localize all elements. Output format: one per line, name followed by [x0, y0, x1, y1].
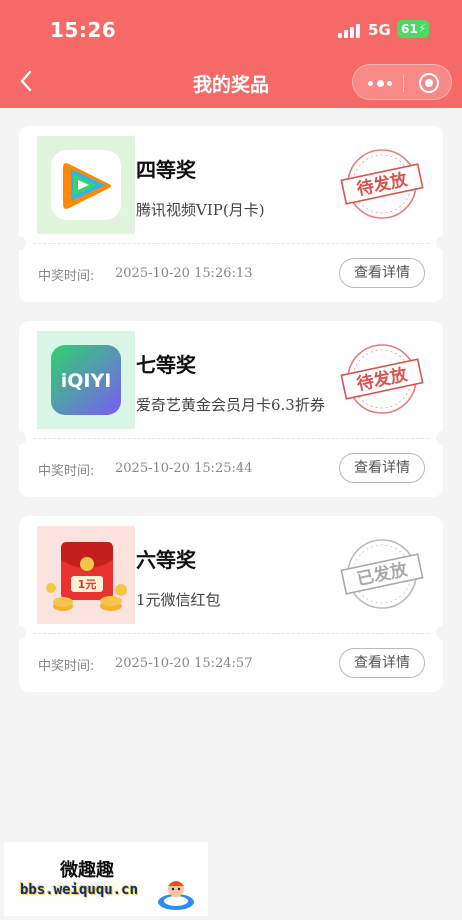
- battery-level: 61: [401, 22, 418, 36]
- view-details-button[interactable]: 查看详情: [339, 648, 425, 678]
- win-time: 2025-10-20 15:26:13: [115, 266, 253, 281]
- card-divider: [33, 243, 429, 244]
- issued-stamp: 已发放: [337, 536, 427, 612]
- signal-icon: [338, 24, 362, 38]
- pending-stamp: 待发放: [337, 146, 427, 222]
- nav-bar: 我的奖品: [0, 62, 462, 102]
- win-time: 2025-10-20 15:25:44: [115, 461, 253, 476]
- prize-card: 四等奖 腾讯视频VIP(月卡) 待发放 中奖时间: 2025-10-20 15:…: [12, 126, 450, 302]
- tencent-video-icon: [37, 136, 135, 234]
- miniprogram-capsule: [352, 64, 452, 100]
- win-time: 2025-10-20 15:24:57: [115, 656, 253, 671]
- status-bar: 15:26 5G 61 ⚡: [0, 18, 462, 44]
- mascot-icon: [158, 881, 194, 910]
- card-divider: [33, 438, 429, 439]
- battery-icon: 61 ⚡: [397, 20, 429, 38]
- header: 15:26 5G 61 ⚡ 我的奖品: [0, 0, 462, 108]
- status-time: 15:26: [50, 18, 117, 42]
- prize-tier: 七等奖: [136, 353, 196, 377]
- view-details-button[interactable]: 查看详情: [339, 258, 425, 288]
- prize-card: 1元 六等奖 1元微信红包 已发放 中奖时间: 2025-10-20 15:24…: [12, 516, 450, 692]
- iqiyi-logo-text: iQIYI: [61, 370, 112, 392]
- iqiyi-icon: iQIYI: [37, 331, 135, 429]
- more-icon[interactable]: [368, 80, 392, 87]
- prize-tier: 四等奖: [136, 158, 196, 182]
- prize-description: 爱奇艺黄金会员月卡6.3折券: [136, 396, 325, 414]
- card-divider: [33, 633, 429, 634]
- watermark: 微趣趣 bbs.weiququ.cn: [4, 842, 208, 916]
- view-details-button[interactable]: 查看详情: [339, 453, 425, 483]
- red-packet-amount: 1元: [78, 578, 97, 591]
- win-time-label: 中奖时间:: [38, 269, 95, 284]
- watermark-title: 微趣趣: [60, 860, 114, 881]
- close-miniprogram-icon[interactable]: [419, 73, 439, 93]
- prize-description: 腾讯视频VIP(月卡): [136, 201, 265, 219]
- red-packet-icon: 1元: [37, 526, 135, 624]
- prize-tier: 六等奖: [136, 548, 196, 572]
- prize-list: 四等奖 腾讯视频VIP(月卡) 待发放 中奖时间: 2025-10-20 15:…: [12, 126, 450, 711]
- prize-card: iQIYI 七等奖 爱奇艺黄金会员月卡6.3折券 待发放 中奖时间: 2025-…: [12, 321, 450, 497]
- network-type: 5G: [368, 21, 391, 39]
- pending-stamp: 待发放: [337, 341, 427, 417]
- watermark-url: bbs.weiququ.cn: [20, 882, 139, 898]
- win-time-label: 中奖时间:: [38, 464, 95, 479]
- prize-description: 1元微信红包: [136, 591, 221, 609]
- win-time-label: 中奖时间:: [38, 659, 95, 674]
